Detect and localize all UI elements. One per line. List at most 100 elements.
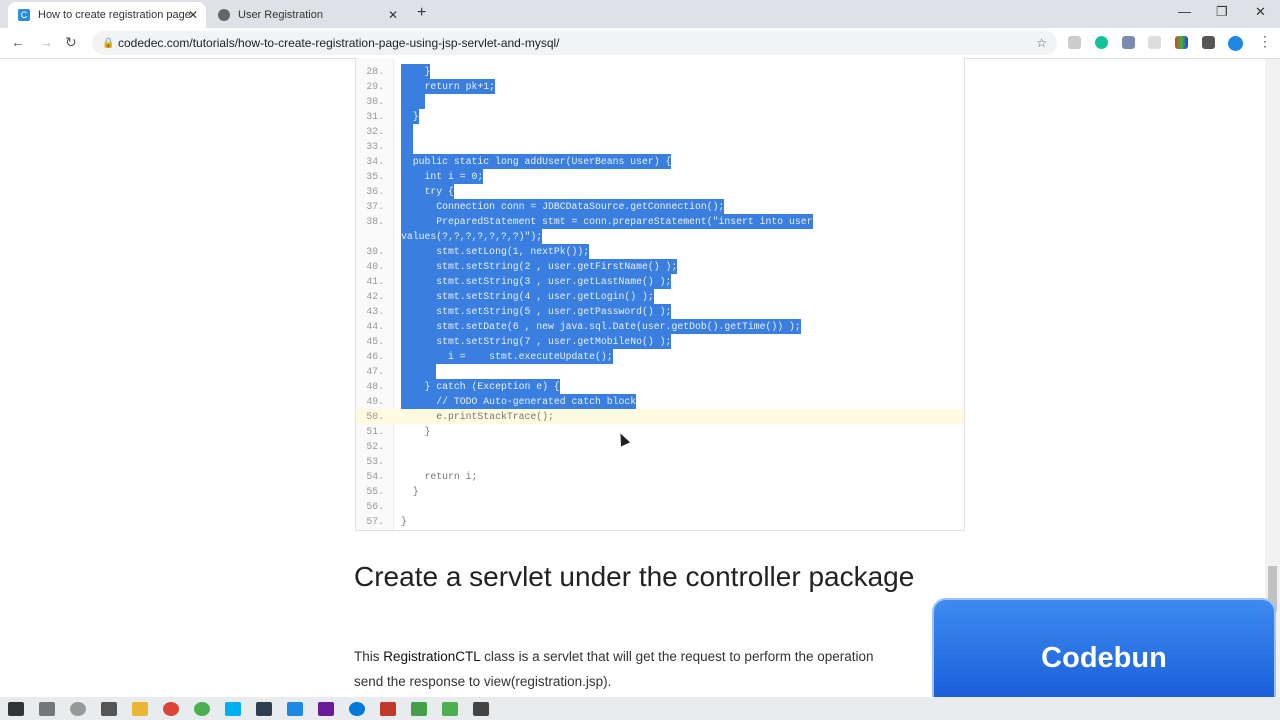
code-text: } <box>401 64 431 79</box>
code-text: stmt.setString(3 , user.getLastName() ); <box>401 274 672 289</box>
puzzle-icon[interactable] <box>1202 36 1215 49</box>
line-number: 56. <box>366 501 384 512</box>
code-text: return i; <box>401 471 478 482</box>
line-number: 48. <box>366 381 384 392</box>
new-tab-button[interactable]: + <box>417 4 426 22</box>
code-text: // TODO Auto-generated catch block <box>401 394 637 409</box>
code-line: 32. <box>356 124 964 139</box>
code-text <box>401 124 413 139</box>
line-number: 45. <box>366 336 384 347</box>
close-tab-icon[interactable]: ✕ <box>188 8 198 22</box>
maximize-button[interactable]: ❐ <box>1216 4 1228 20</box>
taskbar <box>0 697 1280 720</box>
extension-icon[interactable] <box>1068 36 1081 49</box>
reload-button[interactable]: ↻ <box>65 34 77 51</box>
task-view-icon[interactable] <box>100 701 117 716</box>
back-button[interactable]: ← <box>11 34 25 50</box>
line-number: 43. <box>366 306 384 317</box>
extension-icon[interactable] <box>1122 36 1135 49</box>
code-line: 53. <box>356 454 964 469</box>
code-line: 44. stmt.setDate(6 , new java.sql.Date(u… <box>356 319 964 334</box>
code-text: stmt.setLong(1, nextPk()); <box>401 244 590 259</box>
tab-how-to-create[interactable]: C How to create registration page ✕ <box>8 2 206 28</box>
line-number: 49. <box>366 396 384 407</box>
code-text: stmt.setDate(6 , new java.sql.Date(user.… <box>401 319 801 334</box>
extension-icon[interactable] <box>1148 36 1161 49</box>
vscode-icon[interactable] <box>286 701 303 716</box>
code-text <box>401 364 437 379</box>
line-number: 30. <box>366 96 384 107</box>
lock-icon: 🔒 <box>102 37 115 49</box>
close-tab-icon[interactable]: ✕ <box>388 8 398 22</box>
app-icon[interactable] <box>255 701 272 716</box>
code-text: stmt.setString(5 , user.getPassword() ); <box>401 304 672 319</box>
app-icon[interactable] <box>379 701 396 716</box>
line-number: 50. <box>366 411 384 422</box>
close-window-button[interactable]: ✕ <box>1255 4 1266 20</box>
code-line: 33. <box>356 139 964 154</box>
code-text: Connection conn = JDBCDataSource.getConn… <box>401 199 725 214</box>
edge-icon[interactable] <box>348 701 365 716</box>
windows-start-icon[interactable] <box>7 701 24 716</box>
grammarly-icon[interactable] <box>1095 36 1108 49</box>
visual-studio-icon[interactable] <box>317 701 334 716</box>
code-line: 31. } <box>356 109 964 124</box>
line-number: 37. <box>366 201 384 212</box>
app-icon[interactable] <box>441 701 458 716</box>
tab-bar: C How to create registration page ✕ User… <box>0 0 1280 28</box>
code-text: values(?,?,?,?,?,?,?)"); <box>401 229 543 244</box>
code-text: } <box>401 486 419 497</box>
code-line: 55. } <box>356 484 964 499</box>
code-text: try { <box>401 184 454 199</box>
line-number: 39. <box>366 246 384 257</box>
watermark-text: Codebun <box>1041 641 1167 674</box>
line-number: 51. <box>366 426 384 437</box>
tab-title: How to create registration page <box>38 9 191 21</box>
code-line: 35. int i = 0; <box>356 169 964 184</box>
search-icon[interactable] <box>38 701 55 716</box>
code-line: 56. <box>356 499 964 514</box>
app-icon[interactable] <box>410 701 427 716</box>
url-input[interactable]: 🔒 codedec.com/tutorials/how-to-create-re… <box>92 31 1057 55</box>
code-text: } <box>401 516 407 527</box>
forward-button[interactable]: → <box>39 34 53 50</box>
code-line: 47. <box>356 364 964 379</box>
line-number: 29. <box>366 81 384 92</box>
menu-icon[interactable]: ⋮ <box>1258 33 1272 50</box>
code-line: values(?,?,?,?,?,?,?)"); <box>356 229 964 244</box>
code-line: 57.} <box>356 514 964 529</box>
codedec-favicon-icon: C <box>18 9 30 21</box>
code-line: 39. stmt.setLong(1, nextPk()); <box>356 244 964 259</box>
app-icon[interactable] <box>472 701 489 716</box>
code-text: } <box>401 109 419 124</box>
paragraph: This RegistrationCTL class is a servlet … <box>354 644 954 694</box>
code-text: public static long addUser(UserBeans use… <box>401 154 672 169</box>
line-number: 44. <box>366 321 384 332</box>
extension-icon[interactable] <box>1175 36 1188 49</box>
file-explorer-icon[interactable] <box>131 701 148 716</box>
skype-icon[interactable] <box>224 701 241 716</box>
star-icon[interactable]: ☆ <box>1036 36 1047 50</box>
minimize-button[interactable]: — <box>1178 4 1191 19</box>
line-number: 42. <box>366 291 384 302</box>
chrome-icon[interactable] <box>162 701 179 716</box>
text: class is a servlet that will get the req… <box>480 649 874 664</box>
line-number: 38. <box>366 216 384 227</box>
code-line: 34. public static long addUser(UserBeans… <box>356 154 964 169</box>
code-text: e.printStackTrace(); <box>401 411 554 422</box>
code-line: 38. PreparedStatement stmt = conn.prepar… <box>356 214 964 229</box>
code-text: PreparedStatement stmt = conn.prepareSta… <box>401 214 813 229</box>
code-line: 49. // TODO Auto-generated catch block <box>356 394 964 409</box>
line-number: 40. <box>366 261 384 272</box>
line-number: 32. <box>366 126 384 137</box>
tab-user-registration[interactable]: User Registration ✕ <box>208 2 406 28</box>
cortana-icon[interactable] <box>69 701 86 716</box>
code-line: 40. stmt.setString(2 , user.getFirstName… <box>356 259 964 274</box>
code-line: 45. stmt.setString(7 , user.getMobileNo(… <box>356 334 964 349</box>
class-name: RegistrationCTL <box>383 649 481 664</box>
url-text: codedec.com/tutorials/how-to-create-regi… <box>118 36 560 50</box>
text: This <box>354 649 384 664</box>
avatar[interactable] <box>1228 36 1243 51</box>
chrome-icon[interactable] <box>193 701 210 716</box>
line-number: 47. <box>366 366 384 377</box>
